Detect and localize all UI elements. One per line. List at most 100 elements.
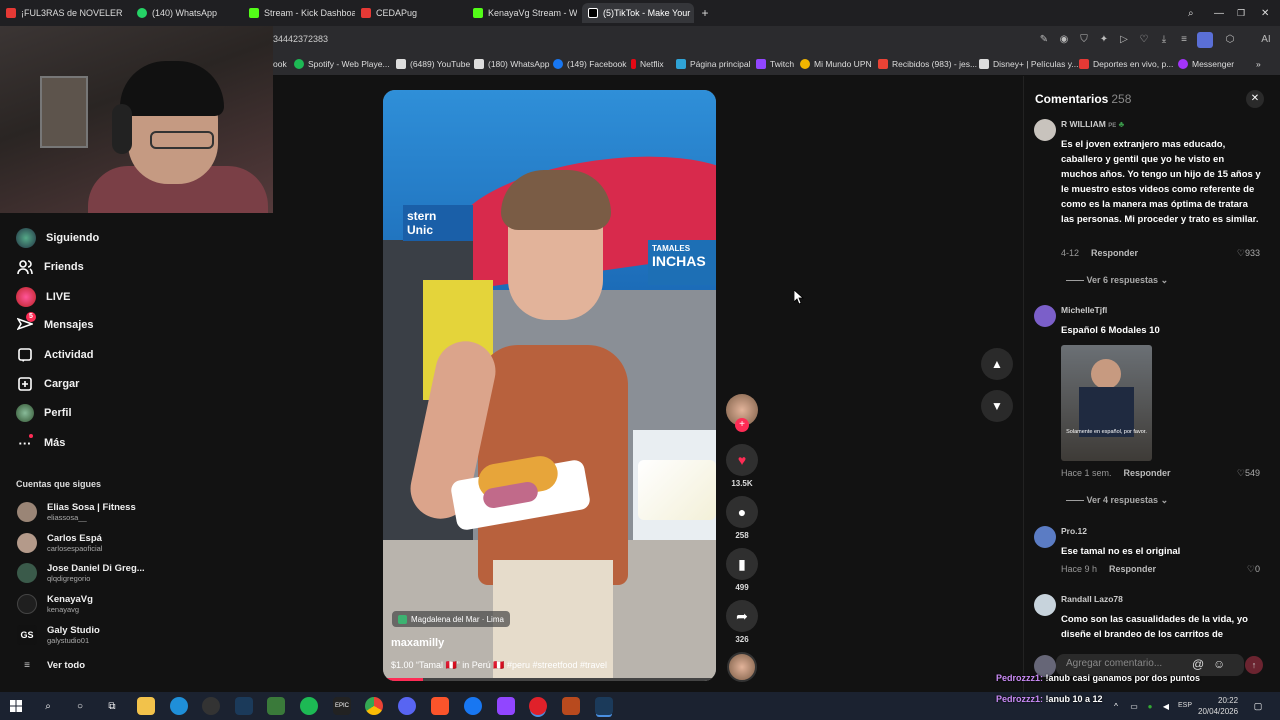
spotify-icon[interactable] bbox=[300, 697, 318, 715]
download-icon[interactable]: ⤓ bbox=[1158, 34, 1170, 46]
tray-app-icon[interactable]: ● bbox=[1144, 697, 1156, 715]
app-icon[interactable] bbox=[267, 697, 285, 715]
bookmark[interactable]: Messenger bbox=[1178, 59, 1234, 69]
save-button[interactable]: ▮ 499 bbox=[726, 548, 758, 592]
heart-icon[interactable]: ♡ bbox=[1138, 34, 1150, 46]
edit-icon[interactable]: ✎ bbox=[1038, 34, 1050, 46]
emoji-icon[interactable]: ☺ bbox=[1213, 657, 1225, 671]
edge-icon[interactable] bbox=[170, 697, 188, 715]
view-replies-button[interactable]: —— Ver 4 respuestas ⌄ bbox=[1066, 495, 1168, 506]
previous-video-button[interactable]: ▲ bbox=[981, 348, 1013, 380]
network-icon[interactable]: ▭ bbox=[1128, 697, 1140, 715]
comment-author[interactable]: MichelleTjfl bbox=[1061, 305, 1107, 315]
following-account[interactable]: Elias Sosa | Fitness eliassosa__ bbox=[17, 502, 136, 522]
new-tab-button[interactable]: + bbox=[698, 3, 712, 23]
browser-tab-active[interactable]: (5)TikTok - Make Your bbox=[582, 3, 694, 23]
facebook-icon[interactable] bbox=[464, 697, 482, 715]
nav-actividad[interactable]: Actividad bbox=[16, 346, 94, 364]
comment-button[interactable]: ● 258 bbox=[726, 496, 758, 540]
app-icon[interactable] bbox=[562, 697, 580, 715]
ai-icon[interactable]: AI bbox=[1256, 34, 1276, 46]
next-video-button[interactable]: ▼ bbox=[981, 390, 1013, 422]
profile-avatar-icon[interactable] bbox=[1197, 32, 1213, 48]
bookmark[interactable]: Deportes en vivo, p... bbox=[1079, 59, 1173, 69]
volume-icon[interactable]: ◀ bbox=[1160, 697, 1172, 715]
bookmark[interactable]: Recibidos (983) - jes... bbox=[878, 59, 977, 69]
language-indicator[interactable]: ESP bbox=[1178, 702, 1192, 709]
close-window-icon[interactable]: ✕ bbox=[1261, 3, 1273, 23]
comment-image[interactable]: Solamente en español, por favor. bbox=[1061, 345, 1152, 461]
avatar[interactable] bbox=[1034, 594, 1056, 616]
extension-icon[interactable]: ✦ bbox=[1098, 34, 1110, 46]
bookmark[interactable]: Disney+ | Películas y... bbox=[979, 59, 1078, 69]
browser-tab[interactable]: ¡FUL3RAS de NOVELER bbox=[6, 3, 130, 23]
maximize-icon[interactable]: ❐ bbox=[1237, 3, 1249, 23]
location-chip[interactable]: Magdalena del Mar · Lima bbox=[392, 611, 510, 627]
comment-like-button[interactable]: ♡549 bbox=[1237, 468, 1260, 479]
bookmark[interactable]: Spotify - Web Playe... bbox=[294, 59, 390, 69]
browser-tab[interactable]: CEDAPug bbox=[361, 3, 461, 23]
steam-icon[interactable] bbox=[595, 697, 613, 715]
view-replies-button[interactable]: —— Ver 6 respuestas ⌄ bbox=[1066, 275, 1168, 286]
url-text[interactable]: 34442372383 bbox=[273, 34, 328, 44]
close-comments-button[interactable]: ✕ bbox=[1246, 90, 1264, 108]
camera-icon[interactable]: ◉ bbox=[1058, 34, 1070, 46]
comment-author[interactable]: Randall Lazo78 bbox=[1061, 594, 1123, 604]
bookmark[interactable]: Twitch bbox=[756, 59, 794, 69]
nav-mas[interactable]: ··· Más bbox=[16, 434, 65, 452]
browser-tab[interactable]: Stream - Kick Dashboard bbox=[249, 3, 355, 23]
following-account[interactable]: GS Galy Studio galystudio01 bbox=[17, 625, 100, 645]
music-disc-button[interactable] bbox=[726, 652, 758, 682]
mention-icon[interactable]: @ bbox=[1192, 657, 1204, 671]
windows-start-icon[interactable] bbox=[7, 697, 25, 715]
comment-author[interactable]: Pro.12 bbox=[1061, 526, 1087, 536]
settings-icon[interactable]: ⬡ bbox=[1224, 34, 1236, 46]
menu-icon[interactable]: ≡ bbox=[1178, 34, 1190, 46]
nav-friends[interactable]: Friends bbox=[16, 258, 84, 276]
video-progress-bar[interactable] bbox=[383, 678, 716, 681]
see-all-link[interactable]: ≡ Ver todo bbox=[17, 660, 85, 671]
video-author[interactable]: maxamilly bbox=[391, 637, 444, 649]
bookmark[interactable]: Página principal bbox=[676, 59, 750, 69]
nav-mensajes[interactable]: 5 Mensajes bbox=[16, 312, 94, 334]
steam-icon[interactable] bbox=[235, 697, 253, 715]
comment-author[interactable]: R WILLIAM PE ♣ bbox=[1061, 119, 1124, 129]
share-button[interactable]: ➦ 326 bbox=[726, 600, 758, 644]
system-clock[interactable]: 20:22 20/04/2026 bbox=[1198, 695, 1238, 717]
reply-button[interactable]: Responder bbox=[1091, 248, 1138, 258]
epic-games-icon[interactable]: EPIC bbox=[333, 697, 351, 715]
bookmark[interactable]: Netflix bbox=[631, 59, 664, 69]
notifications-icon[interactable]: ▢ bbox=[1251, 697, 1265, 715]
tray-chevron-icon[interactable]: ^ bbox=[1110, 697, 1122, 715]
avatar[interactable] bbox=[1034, 305, 1056, 327]
file-explorer-icon[interactable] bbox=[137, 697, 155, 715]
reply-button[interactable]: Responder bbox=[1124, 468, 1171, 478]
bookmark[interactable]: ook bbox=[273, 59, 287, 69]
author-avatar-button[interactable]: + bbox=[726, 394, 758, 432]
follow-plus-icon[interactable]: + bbox=[735, 418, 749, 432]
minimize-icon[interactable]: — bbox=[1214, 3, 1226, 23]
bookmark[interactable]: (149) Facebook bbox=[553, 59, 627, 69]
chrome-icon[interactable] bbox=[365, 697, 383, 715]
nav-live[interactable]: LIVE bbox=[16, 287, 70, 307]
following-account[interactable]: KenayaVg kenayavg bbox=[17, 594, 93, 614]
bookmark[interactable]: (180) WhatsApp bbox=[474, 59, 549, 69]
avatar[interactable] bbox=[1034, 119, 1056, 141]
following-account[interactable]: Jose Daniel Di Greg... qlqdigregorio bbox=[17, 563, 145, 583]
comment-like-button[interactable]: ♡0 bbox=[1247, 564, 1260, 575]
comment-like-button[interactable]: ♡933 bbox=[1237, 248, 1260, 259]
search-icon[interactable]: ⌕ bbox=[39, 697, 57, 715]
like-button[interactable]: ♥ 13.5K bbox=[726, 444, 758, 488]
nav-cargar[interactable]: Cargar bbox=[16, 375, 79, 393]
following-account[interactable]: Carlos Espá carlosespaoficial bbox=[17, 533, 102, 553]
reply-button[interactable]: Responder bbox=[1109, 564, 1156, 574]
discord-icon[interactable] bbox=[398, 697, 416, 715]
video-player[interactable]: stern Unic TAMALES INCHAS Magdalena del Ma… bbox=[383, 90, 716, 681]
twitch-icon[interactable] bbox=[497, 697, 515, 715]
bookmarks-overflow-icon[interactable]: » bbox=[1256, 59, 1261, 69]
browser-tab[interactable]: (140) WhatsApp bbox=[137, 3, 241, 23]
avatar[interactable] bbox=[1034, 526, 1056, 548]
play-icon[interactable]: ▷ bbox=[1118, 34, 1130, 46]
send-comment-button[interactable]: ↑ bbox=[1245, 656, 1263, 674]
brave-icon[interactable] bbox=[431, 697, 449, 715]
